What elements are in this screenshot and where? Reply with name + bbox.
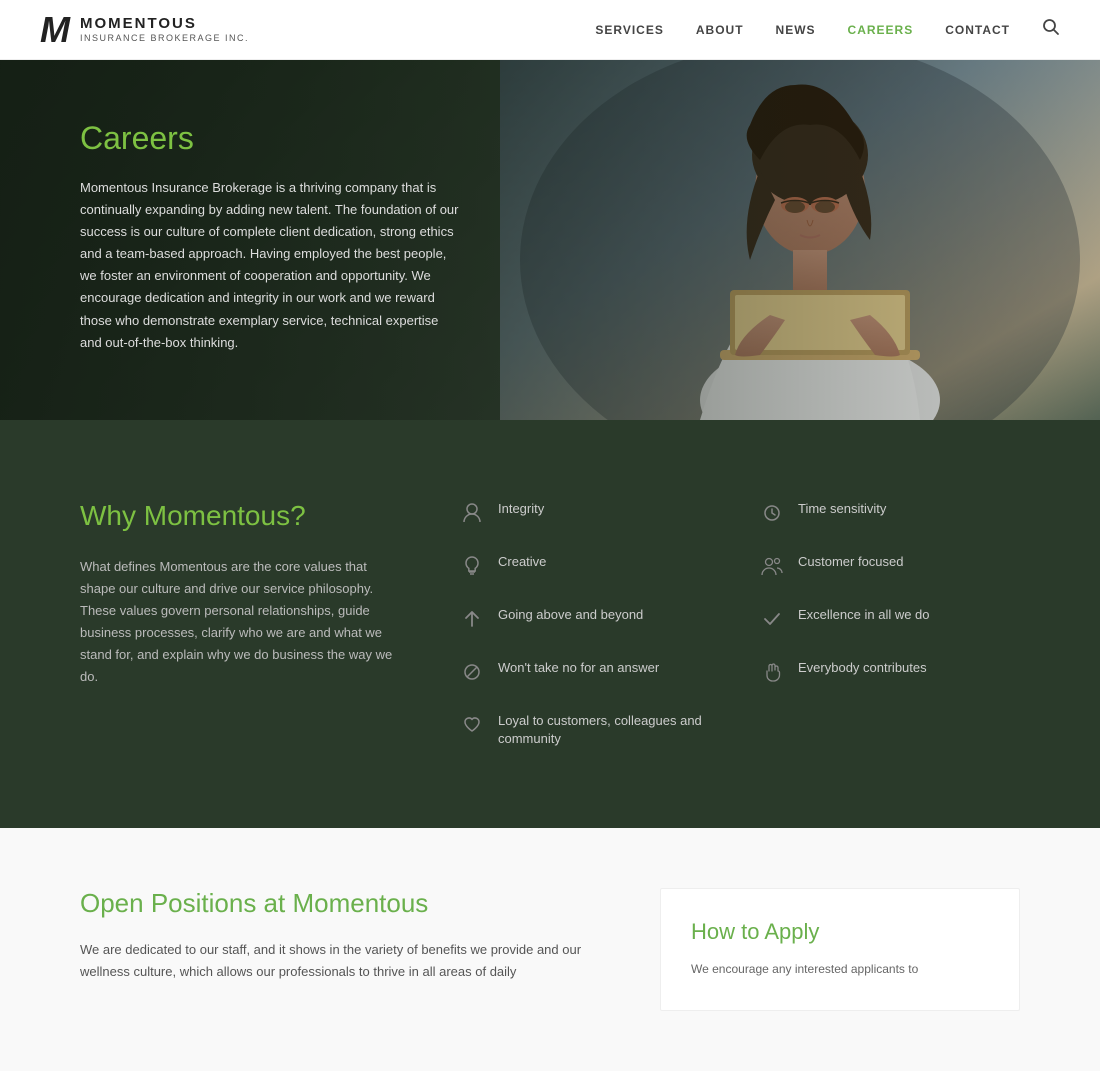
why-values: Integrity Creative Going above and beyon… [460,500,1020,748]
no-icon [460,660,484,684]
value-time: Time sensitivity [760,500,1020,525]
search-icon[interactable] [1042,18,1060,41]
value-creative: Creative [460,553,720,578]
hero-body: Momentous Insurance Brokerage is a thriv… [80,177,460,354]
header: M MOMENTOUS INSURANCE BROKERAGE INC. SER… [0,0,1100,60]
why-left: Why Momentous? What defines Momentous ar… [80,500,400,748]
open-left: Open Positions at Momentous We are dedic… [80,888,620,1010]
value-above-beyond: Going above and beyond [460,606,720,631]
value-integrity: Integrity [460,500,720,525]
loyal-label: Loyal to customers, colleagues and commu… [498,712,720,748]
hero-title: Careers [80,120,460,157]
value-no-answer: Won't take no for an answer [460,659,720,684]
logo-m-letter: M [40,12,70,48]
hero-section: Careers Momentous Insurance Brokerage is… [0,60,1100,420]
value-everybody: Everybody contributes [760,659,1020,684]
why-section: Why Momentous? What defines Momentous ar… [0,420,1100,828]
open-body: We are dedicated to our staff, and it sh… [80,939,620,983]
why-body: What defines Momentous are the core valu… [80,556,400,689]
person-icon [460,501,484,525]
time-label: Time sensitivity [798,500,886,518]
no-answer-label: Won't take no for an answer [498,659,659,677]
nav-item-contact[interactable]: CONTACT [945,23,1010,37]
logo-tagline: INSURANCE BROKERAGE INC. [80,33,249,44]
customer-label: Customer focused [798,553,904,571]
main-nav: SERVICES ABOUT NEWS CAREERS CONTACT [595,18,1060,41]
values-right-column: Time sensitivity Customer focused Excell… [760,500,1020,748]
hand-icon [760,660,784,684]
why-title: Why Momentous? [80,500,400,532]
nav-item-about[interactable]: ABOUT [696,23,744,37]
nav-item-careers[interactable]: CAREERS [848,23,914,37]
checkmark-icon [760,607,784,631]
how-to-apply-title: How to Apply [691,919,989,945]
nav-item-services[interactable]: SERVICES [595,23,663,37]
excellence-label: Excellence in all we do [798,606,930,624]
integrity-label: Integrity [498,500,544,518]
hero-content: Careers Momentous Insurance Brokerage is… [0,60,540,414]
value-customer: Customer focused [760,553,1020,578]
how-to-apply-body: We encourage any interested applicants t… [691,959,989,979]
logo[interactable]: M MOMENTOUS INSURANCE BROKERAGE INC. [40,12,249,48]
how-to-apply-card: How to Apply We encourage any interested… [660,888,1020,1010]
creative-label: Creative [498,553,546,571]
arrow-up-icon [460,607,484,631]
above-beyond-label: Going above and beyond [498,606,643,624]
heart-icon [460,713,484,737]
bulb-icon [460,554,484,578]
values-left-column: Integrity Creative Going above and beyon… [460,500,720,748]
value-loyal: Loyal to customers, colleagues and commu… [460,712,720,748]
everybody-label: Everybody contributes [798,659,927,677]
customer-icon [760,554,784,578]
clock-icon [760,501,784,525]
nav-item-news[interactable]: NEWS [776,23,816,37]
value-excellence: Excellence in all we do [760,606,1020,631]
logo-company-name: MOMENTOUS [80,15,249,33]
open-positions-title: Open Positions at Momentous [80,888,620,919]
open-positions-section: Open Positions at Momentous We are dedic… [0,828,1100,1070]
